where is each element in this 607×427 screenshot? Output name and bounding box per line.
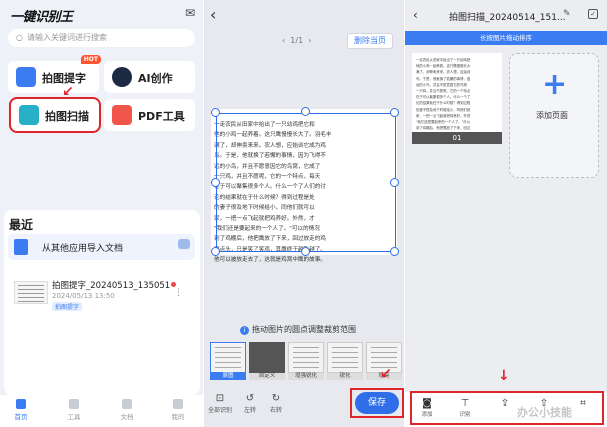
rotate-right-button[interactable]: ↻ 右转 xyxy=(262,393,290,414)
tool-label: 拍图扫描 xyxy=(45,110,89,123)
document-date: 2024/05/13 13:50 xyxy=(52,292,115,300)
tool-photo-scan[interactable]: 拍图扫描 xyxy=(9,97,101,133)
rotate-left-button[interactable]: ↺ 左转 xyxy=(236,393,264,414)
unread-dot xyxy=(171,282,177,287)
crop-handle[interactable] xyxy=(301,107,310,116)
tool-ai-create[interactable]: AI创作 xyxy=(104,61,195,93)
crop-handle[interactable] xyxy=(390,108,399,117)
tool-photo-text[interactable]: 拍图提字 HOT xyxy=(8,55,101,93)
home-icon xyxy=(16,399,26,409)
pdf-icon xyxy=(112,105,132,125)
filter-custom[interactable]: 自定义 xyxy=(249,342,285,380)
filter-original[interactable]: 原图 xyxy=(210,342,246,380)
filter-enhance-sharpen[interactable]: 增强锐化 xyxy=(288,342,324,380)
import-button[interactable]: 从其他应用导入文档 xyxy=(8,234,195,260)
user-icon xyxy=(173,399,183,409)
delete-page-button[interactable]: 删除当页 xyxy=(347,33,393,49)
text-scan-icon xyxy=(16,67,36,87)
document-name[interactable]: 拍图提字_20240513_135051 xyxy=(52,279,177,291)
scan-icon: ⊡ xyxy=(215,393,225,404)
tab-me[interactable]: 我的 xyxy=(163,399,193,421)
filter-sharpen[interactable]: 锐化 xyxy=(327,342,363,380)
home-screen: 一键识别王 ✉ ○ 请输入关键词进行搜索 拍图提字 HOT AI创作 拍图扫描 P… xyxy=(0,0,203,427)
crop-handle[interactable] xyxy=(211,108,220,117)
app-title: 一键识别王 xyxy=(10,10,73,25)
plus-icon: + xyxy=(542,67,568,102)
robot-icon xyxy=(112,67,132,87)
text-line: 他可以被放走去了，这就是鸡窝中鹰的故事。 xyxy=(214,257,326,264)
info-icon: i xyxy=(240,326,249,335)
page-number: 01 xyxy=(412,132,502,144)
rotate-left-icon: ↺ xyxy=(245,393,255,404)
search-placeholder: 请输入关键词进行搜索 xyxy=(26,33,107,42)
page-text: 一走农民从田家中拾出了一只幼鸡把 他的小鸡一起养着。这只鹰慢慢长大 满了，却伸卖来来… xyxy=(416,57,502,131)
document-thumbnail[interactable] xyxy=(14,281,48,304)
tab-docs[interactable]: 文档 xyxy=(112,399,142,421)
add-page-label: 添加页面 xyxy=(536,111,568,120)
cloud-icon xyxy=(178,239,190,249)
save-button[interactable]: 保存 xyxy=(355,392,399,414)
import-label: 从其他应用导入文档 xyxy=(42,244,124,254)
text-line: 到了鸡棚后，他把鹰放了下来，回过 xyxy=(416,126,471,131)
tool-label: AI创作 xyxy=(138,72,173,85)
annotation-arrow: ↙ xyxy=(62,84,74,100)
back-icon[interactable]: ‹ xyxy=(210,5,216,24)
search-input[interactable]: ○ 请输入关键词进行搜索 xyxy=(8,29,195,47)
crop-hint: i 拖动图片的圆点调整裁剪范围 xyxy=(240,324,356,335)
search-icon: ○ xyxy=(16,33,23,42)
crop-handle[interactable] xyxy=(301,247,310,256)
bottom-tabbar: 首页 工具 文档 我的 xyxy=(0,395,203,427)
watermark: 办公小技能 xyxy=(517,406,572,419)
annotation-arrow: ↙ xyxy=(380,366,392,382)
image-scan-icon xyxy=(19,105,39,125)
crop-handle[interactable] xyxy=(390,178,399,187)
pages-screen: ‹ 拍图扫描_20240514_151... ✎ ✓ 长按图片拖动排序 一走农民… xyxy=(405,0,607,427)
hot-badge: HOT xyxy=(80,55,101,64)
annotation-arrow: ↓ xyxy=(498,368,510,384)
toolbar-highlight xyxy=(410,391,604,425)
back-icon[interactable]: ‹ xyxy=(413,8,418,22)
bell-icon[interactable]: ✉ xyxy=(185,6,195,20)
document-title: 拍图扫描_20240514_151... xyxy=(449,13,566,23)
tab-tools[interactable]: 工具 xyxy=(59,399,89,421)
docs-icon xyxy=(122,399,132,409)
tools-icon xyxy=(69,399,79,409)
document-tag: 拍图提字 xyxy=(52,302,83,311)
more-icon[interactable]: ⋮ xyxy=(174,288,183,298)
recent-title: 最近 xyxy=(9,218,34,232)
edit-icon[interactable]: ✎ xyxy=(563,9,571,19)
check-icon[interactable]: ✓ xyxy=(588,9,598,19)
tool-pdf[interactable]: PDF工具 xyxy=(104,99,195,131)
file-icon xyxy=(14,239,28,255)
crop-frame[interactable] xyxy=(216,113,396,252)
sort-banner: 长按图片拖动排序 xyxy=(405,31,607,45)
tab-home[interactable]: 首页 xyxy=(6,399,36,421)
rotate-right-icon: ↻ xyxy=(271,393,281,404)
crop-handle[interactable] xyxy=(211,247,220,256)
crop-handle[interactable] xyxy=(390,247,399,256)
tool-label: PDF工具 xyxy=(138,110,185,123)
crop-screen: ‹ ‹ 1/1 › 删除当页 一走农民从田家中拾出了一只幼鸡把它和 他的小鸡一起养… xyxy=(204,0,404,427)
crop-handle[interactable] xyxy=(211,178,220,187)
recognize-all-button[interactable]: ⊡ 全部识别 xyxy=(206,393,234,414)
page-indicator: ‹ 1/1 › xyxy=(282,36,312,45)
